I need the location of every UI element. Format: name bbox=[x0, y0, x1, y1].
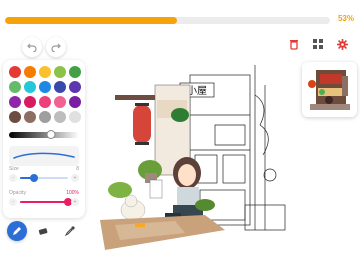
size-track[interactable] bbox=[20, 174, 68, 182]
size-label: Size bbox=[9, 166, 19, 172]
size-knob[interactable] bbox=[30, 174, 39, 182]
stroke-preview-line bbox=[13, 152, 75, 159]
color-swatch[interactable] bbox=[39, 96, 51, 108]
thumbnail-image bbox=[302, 62, 357, 117]
opacity-track[interactable] bbox=[20, 198, 72, 206]
drawing-canvas[interactable]: 小屋 bbox=[95, 55, 295, 255]
opacity-plus-button[interactable]: + bbox=[71, 198, 79, 206]
color-swatch[interactable] bbox=[9, 81, 21, 93]
red-lantern bbox=[133, 105, 151, 143]
color-swatch[interactable] bbox=[69, 81, 81, 93]
color-swatch[interactable] bbox=[54, 81, 66, 93]
opacity-fill bbox=[20, 201, 68, 203]
color-swatch[interactable] bbox=[69, 96, 81, 108]
delete-button[interactable] bbox=[287, 37, 301, 51]
trash-icon bbox=[290, 39, 298, 50]
color-swatch[interactable] bbox=[24, 66, 36, 78]
eyedropper-tool-button[interactable] bbox=[60, 221, 80, 241]
color-swatch[interactable] bbox=[9, 111, 21, 123]
color-swatch[interactable] bbox=[39, 66, 51, 78]
eyedropper-icon bbox=[65, 226, 75, 236]
gallery-button[interactable] bbox=[311, 37, 325, 51]
color-swatch[interactable] bbox=[9, 96, 21, 108]
color-swatch[interactable] bbox=[9, 66, 21, 78]
redo-button[interactable] bbox=[46, 37, 66, 57]
progress-percent: 53% bbox=[337, 14, 354, 23]
canvas-artwork: 小屋 bbox=[100, 65, 286, 250]
brightness-slider[interactable] bbox=[9, 130, 79, 139]
color-swatch[interactable] bbox=[39, 81, 51, 93]
gear-icon bbox=[336, 38, 348, 50]
opacity-value: 100% bbox=[66, 190, 79, 196]
stroke-preview bbox=[9, 146, 79, 166]
opacity-label: Opacity bbox=[9, 190, 26, 196]
color-swatch[interactable] bbox=[24, 81, 36, 93]
opacity-slider[interactable]: - + bbox=[9, 198, 79, 208]
color-swatch[interactable] bbox=[54, 66, 66, 78]
progress-fill bbox=[5, 17, 178, 24]
undo-icon bbox=[27, 43, 37, 52]
size-minus-button[interactable]: - bbox=[9, 174, 17, 182]
color-panel: Size 8 - + Opacity 100% - + bbox=[3, 60, 85, 218]
settings-button[interactable] bbox=[335, 37, 349, 51]
progress-bar bbox=[5, 17, 330, 24]
undo-button[interactable] bbox=[22, 37, 42, 57]
opacity-minus-button[interactable]: - bbox=[9, 198, 17, 206]
reference-thumbnail[interactable] bbox=[302, 62, 357, 117]
redo-icon bbox=[51, 43, 61, 52]
color-swatch[interactable] bbox=[69, 111, 81, 123]
size-slider[interactable]: - + bbox=[9, 174, 79, 184]
eraser-icon bbox=[38, 228, 48, 235]
eraser-tool-button[interactable] bbox=[33, 221, 53, 241]
color-swatch[interactable] bbox=[69, 66, 81, 78]
size-value: 8 bbox=[76, 166, 79, 172]
color-swatch[interactable] bbox=[54, 111, 66, 123]
pen-icon bbox=[13, 227, 21, 235]
grid-icon bbox=[313, 39, 323, 49]
color-swatch[interactable] bbox=[54, 96, 66, 108]
pen-tool-button[interactable] bbox=[7, 221, 27, 241]
color-swatch[interactable] bbox=[24, 111, 36, 123]
color-swatches bbox=[9, 66, 83, 123]
brightness-knob[interactable] bbox=[46, 130, 56, 139]
color-swatch[interactable] bbox=[39, 111, 51, 123]
color-swatch[interactable] bbox=[24, 96, 36, 108]
size-plus-button[interactable]: + bbox=[71, 174, 79, 182]
